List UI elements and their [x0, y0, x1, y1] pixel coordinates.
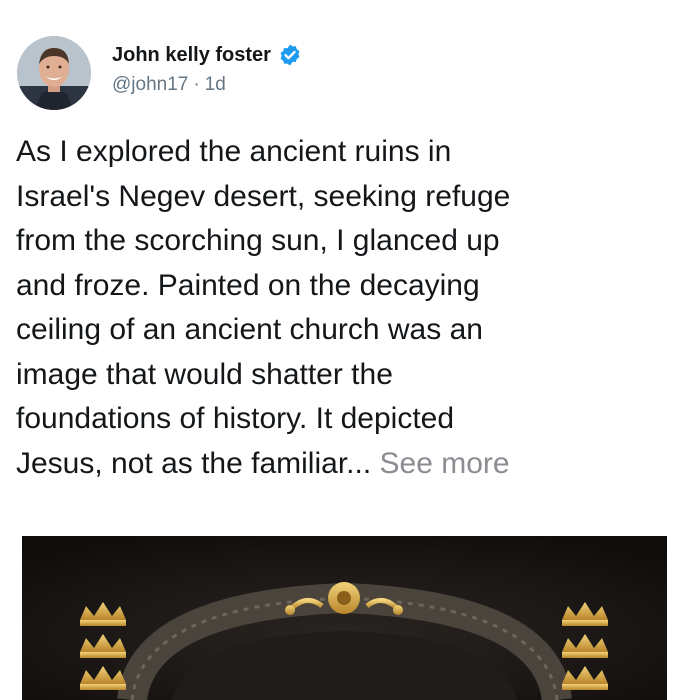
author-handle[interactable]: @john17: [112, 74, 188, 95]
painting-image: [22, 536, 667, 700]
body-line: and froze. Painted on the decaying: [16, 268, 480, 302]
handle-row: @john17 · 1d: [112, 74, 226, 96]
body-line: from the scorching sun, I glanced up: [16, 224, 500, 257]
crown-icon: [562, 602, 608, 690]
author-name[interactable]: John kelly foster: [112, 44, 271, 67]
separator-dot: ·: [193, 74, 200, 95]
post-time[interactable]: 1d: [205, 74, 226, 95]
body-line: Israel's Negev desert, seeking refuge: [16, 179, 511, 213]
body-line: ceiling of an ancient church was an: [16, 313, 483, 346]
body-line: foundations of history. It depicted: [16, 402, 455, 435]
avatar[interactable]: [17, 36, 91, 110]
verified-badge-icon: [278, 43, 302, 67]
body-line-last: Jesus, not as the familiar... See more: [16, 442, 686, 487]
crown-icon: [80, 602, 126, 690]
avatar-photo: [17, 36, 91, 110]
body-line: Jesus, not as the familiar...: [16, 446, 372, 480]
post-header: John kelly foster @john17 · 1d: [0, 0, 700, 120]
body-line: As I explored the ancient ruins in: [16, 135, 452, 168]
post-image[interactable]: [22, 536, 667, 700]
post-body: As I explored the ancient ruins in Israe…: [16, 130, 686, 486]
author-row: John kelly foster: [112, 40, 302, 70]
body-line: image that would shatter the: [16, 357, 393, 391]
see-more-link[interactable]: See more: [380, 447, 510, 480]
